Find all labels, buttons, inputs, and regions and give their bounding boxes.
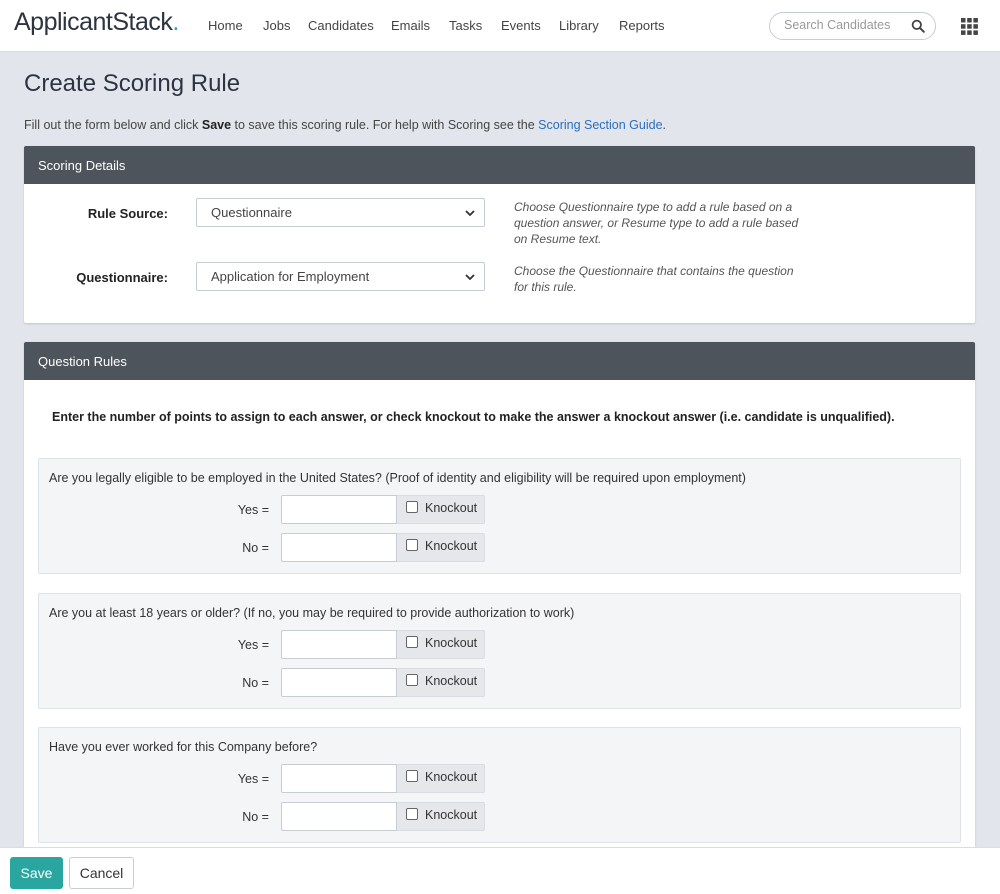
knockout-toggle[interactable]: Knockout bbox=[397, 630, 485, 659]
help-save-word: Save bbox=[201, 118, 232, 132]
answer-label-yes: Yes = bbox=[237, 772, 269, 786]
question-rules-instructions: Enter the number of points to assign to … bbox=[52, 410, 895, 424]
logo-text: ApplicantStack bbox=[14, 8, 173, 36]
help-suffix: . bbox=[662, 118, 667, 132]
rule-source-value: Questionnaire bbox=[211, 205, 292, 220]
help-text: Fill out the form below and click Save t… bbox=[24, 118, 666, 132]
nav-tasks[interactable]: Tasks bbox=[449, 18, 482, 33]
rule-source-label: Rule Source: bbox=[87, 206, 168, 221]
nav-emails[interactable]: Emails bbox=[391, 18, 430, 33]
knockout-checkbox[interactable] bbox=[406, 501, 418, 513]
search-icon[interactable] bbox=[911, 19, 925, 33]
knockout-checkbox[interactable] bbox=[406, 808, 418, 820]
points-input-yes[interactable] bbox=[281, 630, 397, 659]
answer-label-no: No = bbox=[242, 810, 269, 824]
nav-home[interactable]: Home bbox=[208, 18, 243, 33]
points-input-no[interactable] bbox=[281, 533, 397, 562]
knockout-toggle[interactable]: Knockout bbox=[397, 764, 485, 793]
rule-source-hint: Choose Questionnaire type to add a rule … bbox=[514, 200, 799, 246]
knockout-toggle[interactable]: Knockout bbox=[397, 802, 485, 831]
question-block: Are you legally eligible to be employed … bbox=[38, 458, 961, 574]
chevron-down-icon bbox=[465, 210, 475, 217]
knockout-label: Knockout bbox=[425, 770, 478, 784]
question-block: Are you at least 18 years or older? (If … bbox=[38, 593, 961, 709]
scoring-details-panel: Scoring Details Rule Source: Questionnai… bbox=[24, 146, 975, 323]
help-prefix: Fill out the form below and click bbox=[24, 118, 202, 132]
cancel-button[interactable]: Cancel bbox=[69, 857, 134, 889]
scoring-details-header: Scoring Details bbox=[24, 146, 975, 184]
knockout-label: Knockout bbox=[425, 808, 478, 822]
knockout-toggle[interactable]: Knockout bbox=[397, 495, 485, 524]
knockout-checkbox[interactable] bbox=[406, 539, 418, 551]
knockout-checkbox[interactable] bbox=[406, 770, 418, 782]
chevron-down-icon bbox=[465, 274, 475, 281]
nav-candidates[interactable]: Candidates bbox=[308, 18, 374, 33]
nav-jobs[interactable]: Jobs bbox=[263, 18, 290, 33]
knockout-label: Knockout bbox=[425, 674, 478, 688]
answer-label-no: No = bbox=[242, 676, 269, 690]
points-input-yes[interactable] bbox=[281, 764, 397, 793]
scoring-guide-link[interactable]: Scoring Section Guide bbox=[538, 118, 662, 132]
nav-reports[interactable]: Reports bbox=[619, 18, 665, 33]
answer-label-yes: Yes = bbox=[237, 638, 269, 652]
questionnaire-value: Application for Employment bbox=[211, 269, 370, 284]
points-input-no[interactable] bbox=[281, 668, 397, 697]
question-block: Have you ever worked for this Company be… bbox=[38, 727, 961, 843]
questionnaire-select[interactable]: Application for Employment bbox=[196, 262, 485, 291]
question-text: Have you ever worked for this Company be… bbox=[49, 740, 318, 754]
knockout-label: Knockout bbox=[425, 636, 478, 650]
logo-dot: . bbox=[172, 8, 179, 36]
question-rules-panel: Question Rules Enter the number of point… bbox=[24, 342, 975, 852]
search-input[interactable] bbox=[784, 18, 909, 32]
question-text: Are you at least 18 years or older? (If … bbox=[49, 606, 575, 620]
knockout-checkbox[interactable] bbox=[406, 674, 418, 686]
knockout-checkbox[interactable] bbox=[406, 636, 418, 648]
question-rules-header: Question Rules bbox=[24, 342, 975, 380]
questionnaire-hint: Choose the Questionnaire that contains t… bbox=[514, 264, 794, 294]
answer-label-yes: Yes = bbox=[237, 503, 269, 517]
rule-source-select[interactable]: Questionnaire bbox=[196, 198, 485, 227]
points-input-no[interactable] bbox=[281, 802, 397, 831]
help-middle: to save this scoring rule. For help with… bbox=[231, 118, 539, 132]
top-nav: ApplicantStack. Home Jobs Candidates Ema… bbox=[0, 0, 1000, 52]
knockout-label: Knockout bbox=[425, 501, 478, 515]
grid-icon[interactable] bbox=[961, 18, 978, 35]
page-title: Create Scoring Rule bbox=[24, 70, 241, 97]
knockout-label: Knockout bbox=[425, 539, 478, 553]
question-text: Are you legally eligible to be employed … bbox=[49, 471, 746, 485]
knockout-toggle[interactable]: Knockout bbox=[397, 533, 485, 562]
knockout-toggle[interactable]: Knockout bbox=[397, 668, 485, 697]
nav-library[interactable]: Library bbox=[559, 18, 599, 33]
questionnaire-label: Questionnaire: bbox=[76, 270, 168, 285]
footer-action-bar: Save Cancel bbox=[0, 847, 1000, 894]
app-logo[interactable]: ApplicantStack. bbox=[14, 8, 179, 37]
points-input-yes[interactable] bbox=[281, 495, 397, 524]
save-button[interactable]: Save bbox=[10, 857, 63, 889]
search-box bbox=[769, 12, 936, 40]
answer-label-no: No = bbox=[242, 541, 269, 555]
nav-events[interactable]: Events bbox=[501, 18, 541, 33]
